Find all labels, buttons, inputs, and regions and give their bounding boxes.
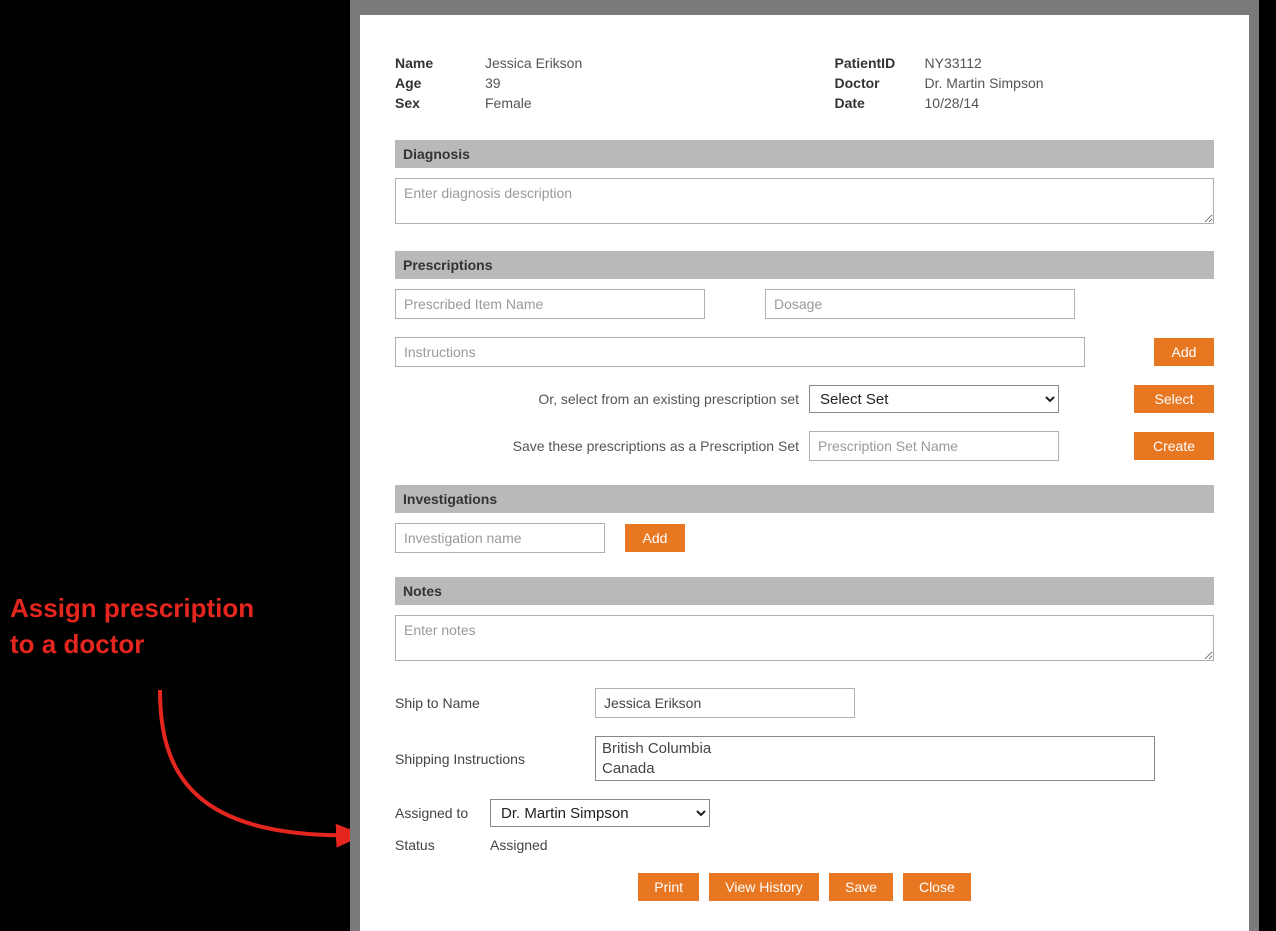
dosage-input[interactable] [765,289,1075,319]
create-set-button[interactable]: Create [1134,432,1214,460]
investigations-section: Investigations Add [395,485,1214,553]
select-set-button[interactable]: Select [1134,385,1214,413]
add-investigation-button[interactable]: Add [625,524,685,552]
age-value: 39 [485,75,501,91]
patientid-value: NY33112 [925,55,982,71]
date-label: Date [835,95,925,111]
ship-to-name-label: Ship to Name [395,695,595,711]
ship-to-name-input[interactable] [595,688,855,718]
instructions-input[interactable] [395,337,1085,367]
diagnosis-section: Diagnosis [395,140,1214,227]
status-label: Status [395,837,490,853]
prescription-set-name-input[interactable] [809,431,1059,461]
sex-value: Female [485,95,532,111]
notes-header: Notes [395,577,1214,605]
patient-info: Name Jessica Erikson Age 39 Sex Female P… [395,55,1214,115]
diagnosis-header: Diagnosis [395,140,1214,168]
assigned-to-label: Assigned to [395,805,490,821]
investigations-header: Investigations [395,485,1214,513]
select-set-dropdown[interactable]: Select Set [809,385,1059,413]
notes-section: Notes [395,577,1214,664]
assigned-to-dropdown[interactable]: Dr. Martin Simpson [490,799,710,827]
annotation-text: Assign prescription to a doctor [10,590,254,663]
doctor-value: Dr. Martin Simpson [925,75,1044,91]
save-button[interactable]: Save [829,873,893,901]
view-history-button[interactable]: View History [709,873,819,901]
patientid-label: PatientID [835,55,925,71]
date-value: 10/28/14 [925,95,980,111]
sex-label: Sex [395,95,485,111]
prescriptions-section: Prescriptions Add Or, select from an exi… [395,251,1214,461]
investigation-name-input[interactable] [395,523,605,553]
status-value: Assigned [490,837,548,853]
select-set-label: Or, select from an existing prescription… [538,391,799,407]
footer-buttons: Print View History Save Close [395,873,1214,901]
app-window: Name Jessica Erikson Age 39 Sex Female P… [350,0,1259,931]
name-label: Name [395,55,485,71]
name-value: Jessica Erikson [485,55,582,71]
print-button[interactable]: Print [638,873,699,901]
prescribed-item-input[interactable] [395,289,705,319]
notes-input[interactable] [395,615,1214,661]
app-content: Name Jessica Erikson Age 39 Sex Female P… [360,15,1249,931]
prescriptions-header: Prescriptions [395,251,1214,279]
shipping-instructions-label: Shipping Instructions [395,751,595,767]
age-label: Age [395,75,485,91]
add-prescription-button[interactable]: Add [1154,338,1214,366]
close-button[interactable]: Close [903,873,971,901]
save-set-label: Save these prescriptions as a Prescripti… [513,438,799,454]
diagnosis-input[interactable] [395,178,1214,224]
shipping-instructions-box[interactable]: British Columbia Canada [595,736,1155,781]
doctor-label: Doctor [835,75,925,91]
